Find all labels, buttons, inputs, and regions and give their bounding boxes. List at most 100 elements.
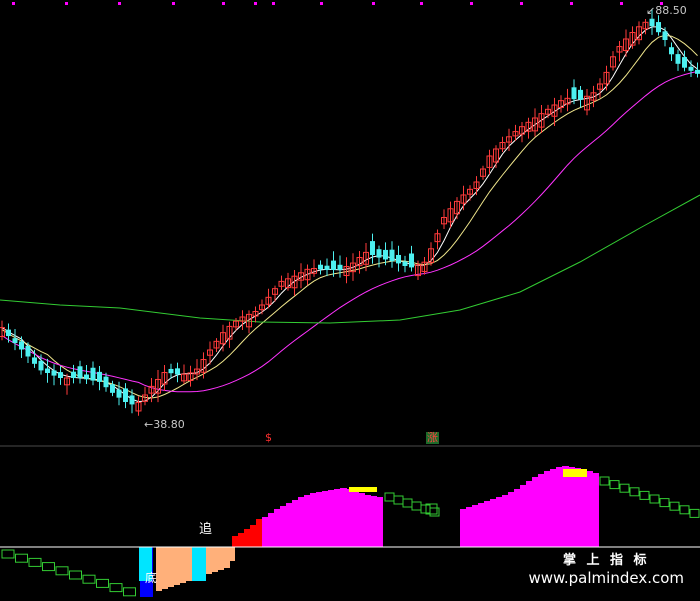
candle-body-down — [45, 368, 50, 373]
hist-magenta-bar — [508, 492, 515, 547]
top-marker-dot — [118, 2, 121, 5]
hist-green-block — [393, 495, 404, 505]
hist-magenta-bar — [316, 492, 323, 547]
candle-body-down — [51, 370, 57, 376]
candle-body-down — [409, 253, 414, 268]
hist-magenta-bar — [460, 509, 467, 547]
hist-magenta-bar — [292, 500, 299, 547]
hist-green-block — [28, 557, 42, 567]
hist-green-block — [609, 480, 620, 490]
hist-green-block — [639, 490, 650, 500]
top-marker-dot — [65, 2, 68, 5]
top-marker-dot — [12, 2, 15, 5]
hist-magenta-bar — [502, 495, 509, 547]
hist-magenta-bar — [268, 513, 275, 547]
candle-body-down — [337, 264, 343, 270]
candle-body-down — [84, 374, 89, 380]
hist-magenta-bar — [514, 489, 521, 547]
hist-orange-bar — [174, 547, 180, 585]
hist-magenta-bar — [496, 497, 503, 547]
signal-chase-text: 追 — [199, 522, 213, 537]
hist-magenta-bar — [304, 495, 311, 547]
candle-body-down — [318, 264, 323, 270]
watermark-title: 掌 上 指 标 — [562, 553, 650, 568]
hist-magenta-bar — [478, 503, 485, 547]
hist-magenta-bar — [520, 485, 527, 547]
candle-body-down — [25, 345, 31, 357]
hist-orange-bar — [186, 547, 192, 581]
candle-body-down — [389, 249, 395, 262]
hist-magenta-bar — [550, 469, 557, 547]
hist-magenta-bar — [364, 495, 371, 547]
top-marker-dot — [254, 2, 257, 5]
candle-body-down — [110, 384, 115, 393]
hist-green-block — [629, 487, 640, 497]
candle-body-down — [71, 371, 76, 378]
hist-magenta-bar — [562, 466, 569, 547]
candle-body-down — [649, 18, 655, 27]
hist-magenta-bar — [538, 474, 545, 547]
arrow-left-icon: ← — [144, 418, 154, 431]
candle-body-down — [331, 260, 336, 270]
hist-green-block — [1, 549, 15, 559]
candle-body-down — [682, 57, 687, 68]
hist-magenta-bar — [310, 493, 317, 547]
hist-red-bar — [244, 529, 250, 547]
hist-red-bar — [232, 536, 238, 547]
candle-body-down — [38, 360, 44, 371]
hist-green-block — [82, 574, 96, 584]
candle-body-down — [370, 241, 375, 255]
candle-body-down — [116, 389, 122, 398]
hist-green-block — [669, 501, 680, 511]
hist-green-block — [55, 566, 69, 576]
hist-green-block — [429, 507, 440, 517]
low-price-value: 38.80 — [153, 418, 185, 431]
hist-orange-bar — [224, 547, 230, 568]
hist-magenta-bar — [484, 501, 491, 547]
hist-orange-bar — [162, 547, 168, 589]
candle-body-down — [19, 341, 24, 350]
hist-orange-bar — [206, 547, 212, 574]
top-marker-dot — [272, 2, 275, 5]
hist-magenta-bar — [574, 468, 581, 547]
ma-long-line — [1, 71, 698, 393]
hist-magenta-bar — [376, 497, 383, 547]
moving-average-lines — [0, 26, 700, 403]
candle-body-down — [402, 261, 408, 266]
top-marker-dot — [222, 2, 225, 5]
candle-body-down — [175, 368, 180, 375]
top-marker-dot — [520, 2, 523, 5]
hist-magenta-bar — [526, 481, 533, 547]
hist-green-block — [109, 583, 123, 593]
hist-magenta-bar — [334, 489, 341, 547]
candle-body-down — [129, 395, 135, 405]
hist-magenta-bar — [544, 471, 551, 547]
hist-red-bar — [256, 519, 262, 547]
hist-green-block — [69, 570, 82, 580]
hist-green-block — [411, 501, 422, 511]
watermark-url: www.palmindex.com — [528, 569, 684, 587]
signal-rise-text: 涨 — [427, 431, 438, 444]
hist-magenta-bar — [592, 473, 599, 547]
hist-magenta-bar — [340, 488, 347, 547]
hist-magenta-bar — [298, 497, 305, 547]
hist-magenta-bar — [556, 467, 563, 547]
signal-dollar-text: $ — [265, 431, 272, 444]
hist-orange-bar — [168, 547, 174, 587]
watermark: 掌 上 指 标 www.palmindex.com — [528, 549, 684, 587]
candlesticks — [0, 8, 700, 416]
hist-green-block — [659, 498, 670, 508]
hist-magenta-bar — [532, 477, 539, 547]
hist-orange-bar — [212, 547, 218, 572]
candle-body-down — [6, 329, 11, 337]
candle-body-down — [396, 254, 401, 264]
candle-body-down — [77, 366, 83, 378]
stock-chart — [0, 2, 700, 597]
hist-green-block — [599, 476, 610, 486]
hist-green-block — [15, 553, 28, 563]
hist-green-block — [384, 492, 395, 502]
hist-magenta-bar — [322, 491, 329, 547]
hist-cyan-bar — [192, 547, 206, 581]
hist-magenta-bar — [274, 509, 281, 547]
signal-bottom: 底 — [144, 572, 158, 584]
